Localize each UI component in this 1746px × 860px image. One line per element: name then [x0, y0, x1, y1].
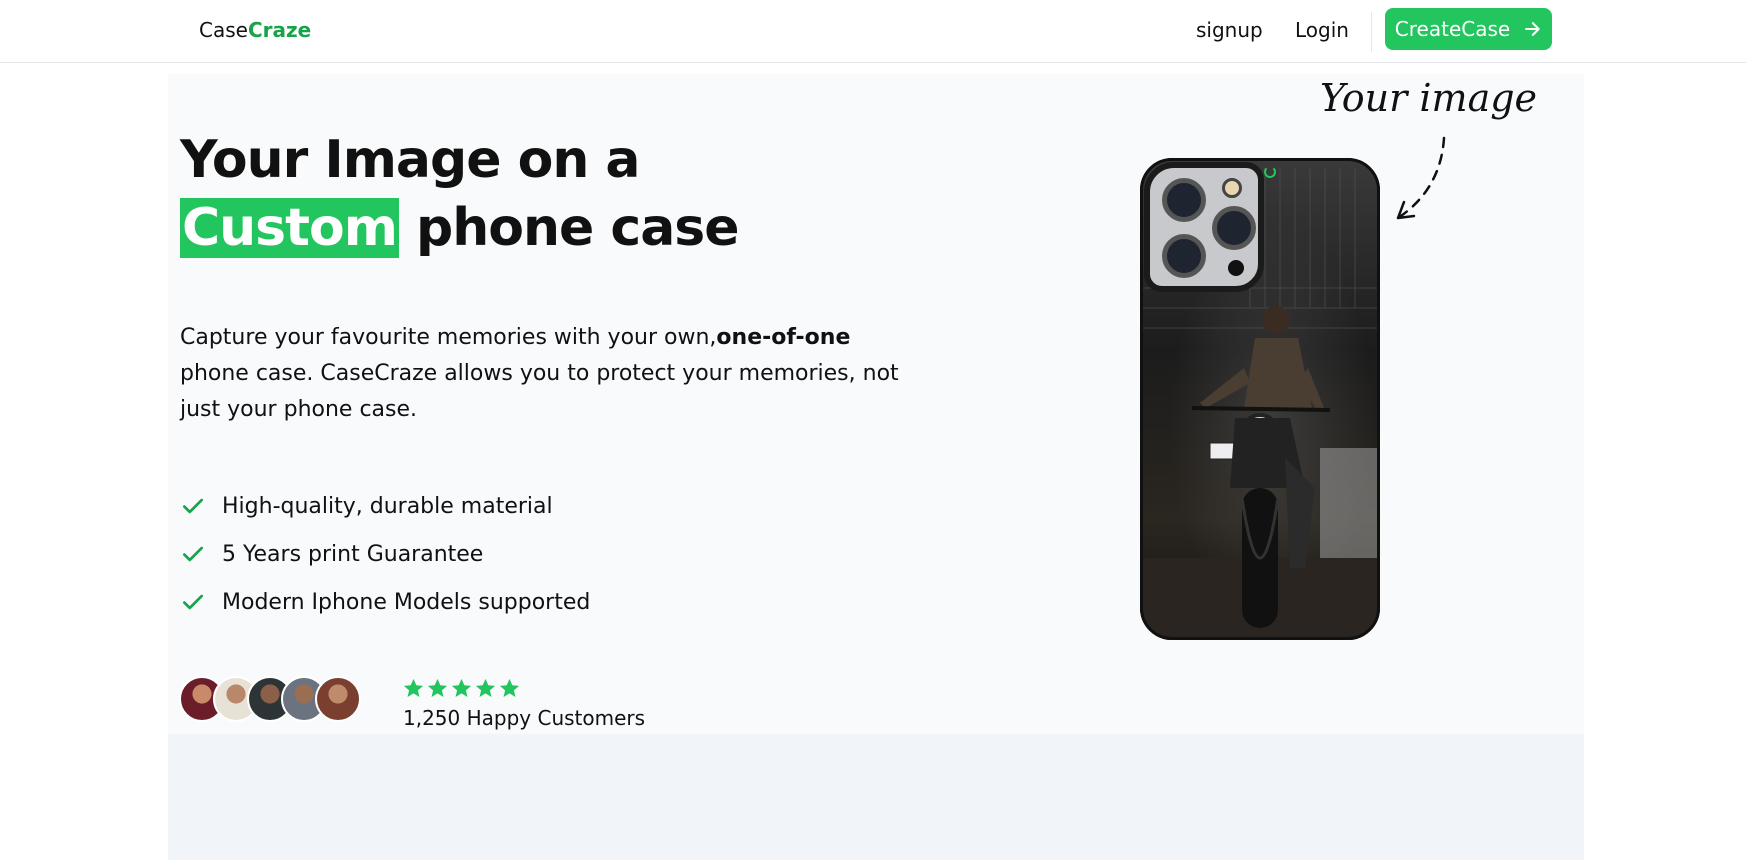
- feature-list: High-quality, durable material 5 Years p…: [180, 482, 590, 626]
- logo-prefix: Case: [199, 18, 248, 42]
- check-icon: [182, 594, 204, 610]
- navbar: CaseCraze signup Login CreateCase: [0, 0, 1746, 63]
- star-icon: [451, 678, 472, 698]
- check-icon: [182, 498, 204, 514]
- camera-lens: [1162, 178, 1206, 222]
- hero-description: Capture your favourite memories with you…: [180, 320, 920, 428]
- signup-link[interactable]: signup: [1196, 18, 1263, 42]
- login-link[interactable]: Login: [1295, 18, 1349, 42]
- nav-divider: [1371, 12, 1372, 52]
- logo[interactable]: CaseCraze: [199, 18, 311, 42]
- hero-title-rest: phone case: [398, 198, 739, 258]
- camera-lens: [1162, 234, 1206, 278]
- lower-section: [168, 734, 1584, 860]
- star-icon: [427, 678, 448, 698]
- star-icon: [499, 678, 520, 698]
- create-case-label: CreateCase: [1394, 17, 1511, 41]
- feature-item: High-quality, durable material: [180, 482, 590, 530]
- create-case-button[interactable]: CreateCase: [1385, 8, 1552, 50]
- camera-sensor: [1228, 260, 1244, 276]
- desc-part2: phone case. CaseCraze allows you to prot…: [180, 361, 899, 422]
- avatar: [315, 676, 361, 722]
- phone-case-preview: [1140, 158, 1380, 640]
- feature-item: Modern Iphone Models supported: [180, 578, 590, 626]
- feature-item: 5 Years print Guarantee: [180, 530, 590, 578]
- feature-text: 5 Years print Guarantee: [222, 541, 484, 567]
- star-icon: [403, 678, 424, 698]
- customer-avatars: [179, 676, 361, 722]
- desc-part1: Capture your favourite memories with you…: [180, 325, 717, 350]
- logo-accent: Craze: [247, 18, 312, 42]
- happy-customers-text: 1,250 Happy Customers: [403, 706, 646, 730]
- feature-text: Modern Iphone Models supported: [222, 589, 591, 615]
- camera-flash: [1222, 178, 1242, 198]
- rating-stars: [402, 677, 521, 700]
- desc-bold: one-of-one: [716, 325, 851, 350]
- hero-title-highlight: Custom: [180, 198, 399, 258]
- hero-title: Your Image on a Custom phone case: [180, 126, 739, 262]
- star-icon: [475, 678, 496, 698]
- check-icon: [182, 546, 204, 562]
- camera-module: [1144, 162, 1264, 292]
- arrow-right-icon: [1525, 22, 1540, 36]
- camera-lens: [1212, 206, 1256, 250]
- feature-text: High-quality, durable material: [222, 493, 553, 519]
- hero-title-line1: Your Image on a: [180, 130, 641, 190]
- your-image-annotation: Your image: [1320, 76, 1538, 120]
- dashed-arrow-icon: [1396, 136, 1446, 220]
- loading-spinner-icon: [1264, 166, 1276, 178]
